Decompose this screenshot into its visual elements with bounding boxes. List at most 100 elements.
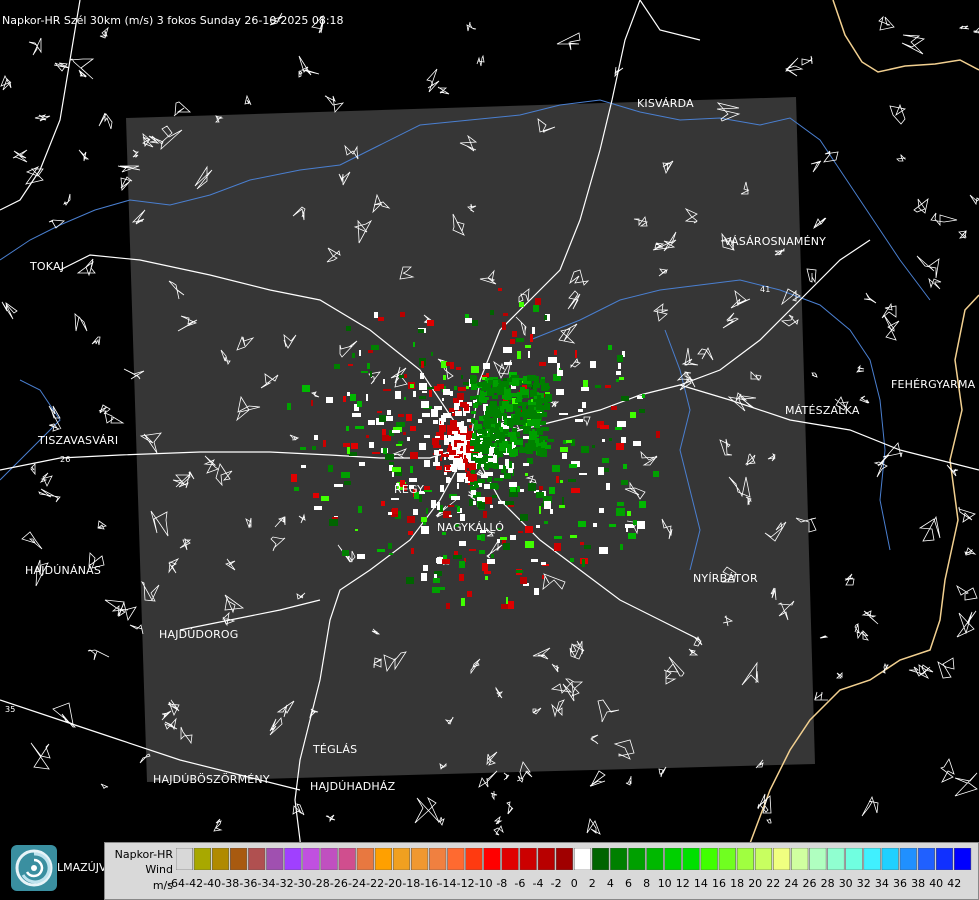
radar-echo xyxy=(482,388,485,391)
place-hajdudorog: HAJDÚDOROG xyxy=(159,628,239,641)
radar-echo xyxy=(499,454,503,457)
radar-echo xyxy=(449,478,451,482)
radar-echo xyxy=(400,312,405,317)
radar-echo xyxy=(533,305,539,312)
radar-echo xyxy=(525,541,534,548)
legend-tick: -30 xyxy=(293,877,312,890)
legend-swatch xyxy=(863,848,881,870)
radar-echo xyxy=(535,298,541,305)
radar-echo xyxy=(478,502,485,509)
settlement-outline xyxy=(98,112,113,130)
radar-echo xyxy=(581,387,589,391)
radar-echo xyxy=(470,375,476,384)
radar-echo xyxy=(536,525,540,528)
radar-echo xyxy=(523,427,527,434)
radar-echo xyxy=(404,374,407,378)
settlement-outline xyxy=(856,364,865,373)
place-hajduboszormeny: HAJDÚBÖSZÖRMÉNY xyxy=(153,773,270,786)
radar-echo xyxy=(531,559,538,562)
radar-echo xyxy=(457,483,459,489)
radar-echo xyxy=(457,443,461,448)
radar-echo xyxy=(436,466,442,470)
settlement-outline xyxy=(844,573,855,586)
place-vasarosnameny: VÁSÁROSNAMÉNY xyxy=(724,235,827,248)
radar-echo xyxy=(454,456,460,458)
settlement-outline xyxy=(78,69,88,78)
radar-echo xyxy=(471,418,475,423)
radar-echo xyxy=(424,435,430,438)
radar-echo xyxy=(545,394,552,402)
legend-swatch xyxy=(573,848,592,870)
settlement-outline xyxy=(766,818,772,824)
radar-echo xyxy=(442,398,444,401)
radar-echo xyxy=(346,426,349,431)
radar-echo xyxy=(411,548,414,554)
legend-swatch xyxy=(519,848,537,870)
radar-echo xyxy=(487,559,495,564)
radar-echo xyxy=(579,473,587,475)
legend-tick: -26 xyxy=(329,877,348,890)
radar-echo xyxy=(470,442,475,446)
radar-echo xyxy=(536,492,544,498)
radar-echo xyxy=(403,432,406,435)
radar-echo xyxy=(621,396,629,401)
radar-echo xyxy=(593,523,597,527)
radar-echo xyxy=(617,421,626,427)
radar-echo xyxy=(590,361,596,368)
settlement-outline xyxy=(889,103,907,125)
radar-echo xyxy=(459,561,465,568)
radar-echo xyxy=(517,486,520,492)
legend-swatch xyxy=(935,848,954,870)
radar-echo xyxy=(532,327,535,334)
radar-echo xyxy=(455,505,458,507)
radar-echo xyxy=(433,462,440,466)
settlement-outline xyxy=(930,212,958,227)
radar-echo xyxy=(509,461,512,468)
place-teglas: TÉGLÁS xyxy=(313,743,358,756)
settlement-outline xyxy=(506,801,514,815)
radar-echo xyxy=(472,433,476,439)
radar-echo xyxy=(387,410,391,415)
radar-echo xyxy=(494,478,503,481)
radar-echo xyxy=(544,521,548,524)
radar-echo xyxy=(595,385,601,388)
radar-echo xyxy=(463,413,466,416)
radar-echo xyxy=(432,587,440,593)
radar-echo xyxy=(501,604,509,609)
radar-echo xyxy=(616,379,619,382)
radar-echo xyxy=(461,598,465,606)
radar-echo xyxy=(549,487,555,494)
settlement-outline xyxy=(476,54,485,67)
radar-echo xyxy=(471,383,477,390)
legend-swatch xyxy=(211,848,230,870)
legend-tick: 0 xyxy=(570,877,578,890)
radar-echo xyxy=(606,483,610,490)
legend-swatch xyxy=(646,848,664,870)
radar-echo xyxy=(618,363,621,369)
radar-echo xyxy=(578,521,586,527)
radar-echo xyxy=(544,501,551,509)
settlement-outline xyxy=(12,149,28,163)
radar-echo xyxy=(512,428,517,432)
radar-echo xyxy=(413,391,416,397)
legend-swatch xyxy=(266,848,284,870)
radar-echo xyxy=(358,506,362,513)
radar-echo xyxy=(370,371,372,377)
settlement-outline xyxy=(38,488,61,503)
radar-echo xyxy=(383,379,385,384)
settlement-outline xyxy=(39,472,53,487)
radar-echo xyxy=(599,547,608,554)
legend-swatch xyxy=(773,848,791,870)
radar-echo xyxy=(461,421,464,426)
radar-echo xyxy=(442,559,450,564)
radar-echo xyxy=(620,544,623,550)
place-nyiregyhaza: REGY xyxy=(394,483,425,496)
radar-echo xyxy=(485,497,492,504)
settlement-outline xyxy=(76,258,96,277)
radar-echo xyxy=(497,386,504,395)
legend-tick: 26 xyxy=(802,877,817,890)
radar-echo xyxy=(570,558,574,562)
settlement-outline xyxy=(589,770,606,787)
radar-echo xyxy=(467,471,470,475)
radar-echo xyxy=(539,486,543,490)
